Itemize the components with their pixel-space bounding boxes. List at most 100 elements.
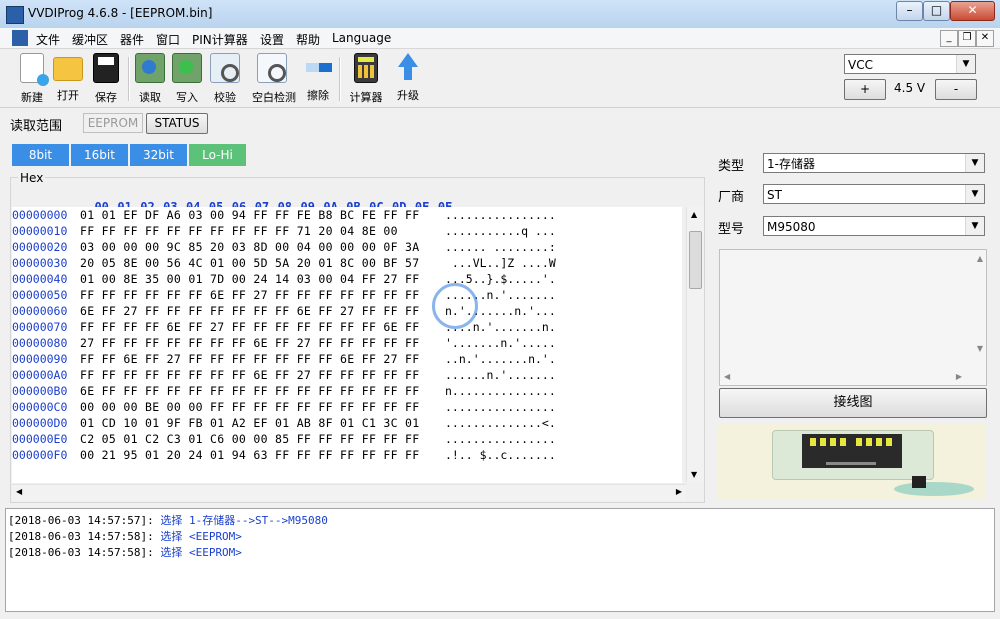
type-select-value: 1-存储器: [767, 157, 815, 171]
hex-address: 00000090: [12, 352, 68, 366]
upgrade-arrow-icon: [394, 53, 422, 81]
wiring-diagram-button[interactable]: 接线图: [719, 388, 987, 418]
erase-icon: [304, 53, 332, 81]
hex-bytes: 01 00 8E 35 00 01 7D 00 24 14 03 00 04 F…: [80, 272, 420, 286]
hex-address: 000000B0: [12, 384, 68, 398]
tab-lo-hi[interactable]: Lo-Hi: [189, 144, 246, 166]
menu-window[interactable]: 窗口: [156, 31, 180, 48]
model-select[interactable]: M95080 ▼: [763, 216, 985, 236]
hex-address: 000000D0: [12, 416, 68, 430]
maker-select[interactable]: ST ▼: [763, 184, 985, 204]
scroll-right-icon[interactable]: ▶: [956, 372, 962, 381]
scroll-up-icon[interactable]: ▲: [691, 210, 697, 219]
scroll-down-icon[interactable]: ▼: [691, 470, 697, 479]
hex-address: 00000070: [12, 320, 68, 334]
power-select[interactable]: VCC ▼: [844, 54, 976, 74]
upgrade-label: 升级: [397, 89, 419, 102]
save-disk-icon: [93, 53, 119, 83]
hex-ascii: ................: [445, 208, 556, 222]
type-select[interactable]: 1-存储器 ▼: [763, 153, 985, 173]
erase-button[interactable]: 擦除: [298, 53, 338, 105]
log-line: [2018-06-03 14:57:58]: 选择 <EEPROM>: [8, 528, 242, 544]
model-select-value: M95080: [767, 220, 816, 234]
hex-address: 00000080: [12, 336, 68, 350]
menu-buffer[interactable]: 缓冲区: [72, 31, 108, 48]
hex-address: 00000010: [12, 224, 68, 238]
maker-select-value: ST: [767, 188, 782, 202]
menu-settings[interactable]: 设置: [260, 31, 284, 48]
scroll-down-icon[interactable]: ▼: [977, 344, 983, 353]
menu-pin-calculator[interactable]: PIN计算器: [192, 31, 248, 48]
hex-bytes: 01 01 EF DF A6 03 00 94 FF FF FE B8 BC F…: [80, 208, 420, 222]
verify-label: 校验: [214, 91, 236, 104]
menu-device[interactable]: 器件: [120, 31, 144, 48]
open-button[interactable]: 打开: [48, 53, 88, 105]
scroll-left-icon[interactable]: ◀: [16, 487, 22, 496]
hex-ascii: ...... ........:: [445, 240, 556, 254]
log-timestamp: [2018-06-03 14:57:57]:: [8, 514, 154, 527]
hex-ascii: ................: [445, 400, 556, 414]
scroll-left-icon[interactable]: ◀: [724, 372, 730, 381]
hex-bytes: 6E FF 27 FF FF FF FF FF FF FF 6E FF 27 F…: [80, 304, 420, 318]
write-button[interactable]: 写入: [167, 53, 207, 105]
scroll-thumb[interactable]: [689, 231, 702, 289]
wiring-diagram-image: [718, 424, 986, 500]
chevron-down-icon: ▼: [965, 154, 984, 172]
hex-bytes: 27 FF FF FF FF FF FF FF 6E FF 27 FF FF F…: [80, 336, 420, 350]
close-button[interactable]: ✕: [950, 1, 995, 21]
calculator-button[interactable]: 计算器: [346, 53, 386, 105]
voltage-minus-button[interactable]: -: [935, 79, 977, 100]
hex-bytes: 00 00 00 BE 00 00 FF FF FF FF FF FF FF F…: [80, 400, 420, 414]
verify-button[interactable]: 校验: [205, 53, 245, 105]
new-button[interactable]: 新建: [12, 53, 52, 105]
hex-address: 00000000: [12, 208, 68, 222]
log-line: [2018-06-03 14:57:58]: 选择 <EEPROM>: [8, 544, 242, 560]
scroll-up-icon[interactable]: ▲: [977, 254, 983, 263]
hex-bytes: C2 05 01 C2 C3 01 C6 00 00 85 FF FF FF F…: [80, 432, 420, 446]
scroll-right-icon[interactable]: ▶: [676, 487, 682, 496]
power-select-value: VCC: [848, 58, 873, 72]
child-close-button[interactable]: ✕: [976, 30, 994, 47]
child-minimize-button[interactable]: _: [940, 30, 958, 47]
new-label: 新建: [21, 91, 43, 104]
hex-bytes: 00 21 95 01 20 24 01 94 63 FF FF FF FF F…: [80, 448, 420, 462]
open-label: 打开: [57, 89, 79, 102]
save-button[interactable]: 保存: [86, 53, 126, 105]
log-message: 选择 1-存储器-->ST-->M95080: [153, 514, 328, 527]
hex-bytes: FF FF FF FF 6E FF 27 FF FF FF FF FF FF F…: [80, 320, 420, 334]
menu-file[interactable]: 文件: [36, 31, 60, 48]
tab-16bit[interactable]: 16bit: [71, 144, 128, 166]
read-button[interactable]: 读取: [130, 53, 170, 105]
tab-8bit[interactable]: 8bit: [12, 144, 69, 166]
voltage-plus-button[interactable]: +: [844, 79, 886, 100]
upgrade-button[interactable]: 升级: [388, 53, 428, 105]
new-file-icon: [20, 53, 49, 86]
hex-ascii: ......n.'.......: [445, 368, 556, 382]
minimize-button[interactable]: –: [896, 1, 923, 21]
tab-32bit[interactable]: 32bit: [130, 144, 187, 166]
hex-address: 000000C0: [12, 400, 68, 414]
hex-ascii: n...............: [445, 384, 556, 398]
device-info-panel: ▲ ▼ ◀ ▶: [719, 249, 987, 386]
hex-vertical-scrollbar[interactable]: ▲ ▼: [686, 207, 704, 482]
eeprom-toggle[interactable]: EEPROM: [83, 113, 143, 133]
chevron-down-icon: ▼: [956, 55, 975, 73]
log-panel: [2018-06-03 14:57:57]: 选择 1-存储器-->ST-->M…: [5, 508, 995, 612]
write-chip-icon: [172, 53, 202, 83]
hex-bytes: 6E FF FF FF FF FF FF FF FF FF FF FF FF F…: [80, 384, 420, 398]
child-restore-button[interactable]: ❐: [958, 30, 976, 47]
hex-editor[interactable]: 00000000 01 01 EF DF A6 03 00 94 FF FF FE…: [12, 207, 682, 483]
hex-address: 000000F0: [12, 448, 68, 462]
menu-language[interactable]: Language: [332, 31, 391, 45]
hex-horizontal-scrollbar[interactable]: ◀ ▶: [12, 484, 686, 501]
menu-help[interactable]: 帮助: [296, 31, 320, 48]
watermark-logo-icon: [432, 283, 478, 329]
log-timestamp: [2018-06-03 14:57:58]:: [8, 546, 154, 559]
voltage-value: 4.5 V: [894, 81, 926, 95]
blank-check-button[interactable]: 空白检测: [252, 53, 296, 105]
hex-ascii: ...VL..]Z ....W: [445, 256, 556, 270]
maximize-button[interactable]: □: [923, 1, 950, 21]
model-label: 型号: [718, 222, 745, 237]
hex-ascii: ..n.'.......n.'.: [445, 352, 556, 366]
status-toggle[interactable]: STATUS: [146, 113, 208, 134]
